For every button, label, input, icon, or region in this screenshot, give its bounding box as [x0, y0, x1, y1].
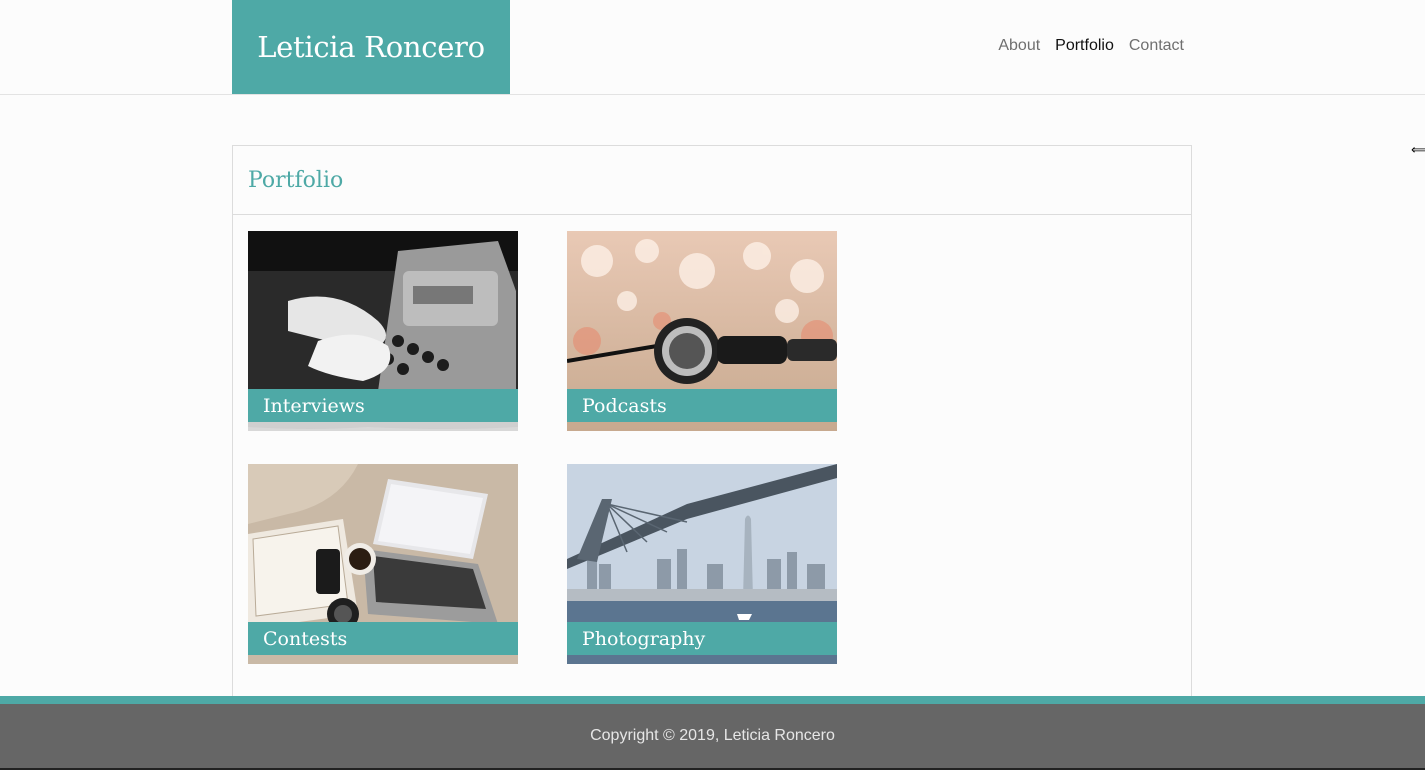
- card-label: Interviews: [248, 389, 518, 422]
- site-footer: Copyright © 2019, Leticia Roncero: [0, 704, 1425, 770]
- card-label: Podcasts: [567, 389, 837, 422]
- nav-portfolio-link[interactable]: Portfolio: [1055, 37, 1114, 55]
- card-label: Contests: [248, 622, 518, 655]
- portfolio-card-interviews[interactable]: Interviews: [248, 231, 518, 431]
- panel-header: Portfolio: [233, 146, 1191, 215]
- nav-contact-link[interactable]: Contact: [1129, 37, 1184, 55]
- portfolio-panel: Portfolio Interviews Podcasts Contests P…: [232, 145, 1192, 705]
- portfolio-card-contests[interactable]: Contests: [248, 464, 518, 664]
- nav-about-link[interactable]: About: [998, 37, 1040, 55]
- footer-accent-bar: [0, 696, 1425, 704]
- main-nav: About Portfolio Contact: [998, 37, 1184, 55]
- page-title: Portfolio: [248, 167, 344, 193]
- portfolio-card-podcasts[interactable]: Podcasts: [567, 231, 837, 431]
- portfolio-card-photography[interactable]: Photography: [567, 464, 837, 664]
- card-label: Photography: [567, 622, 837, 655]
- site-header: Leticia Roncero About Portfolio Contact: [0, 0, 1425, 95]
- site-logo[interactable]: Leticia Roncero: [232, 0, 510, 94]
- footer-copyright: Copyright © 2019, Leticia Roncero: [590, 727, 835, 744]
- resize-horizontal-cursor-icon: ⟺: [1411, 143, 1425, 158]
